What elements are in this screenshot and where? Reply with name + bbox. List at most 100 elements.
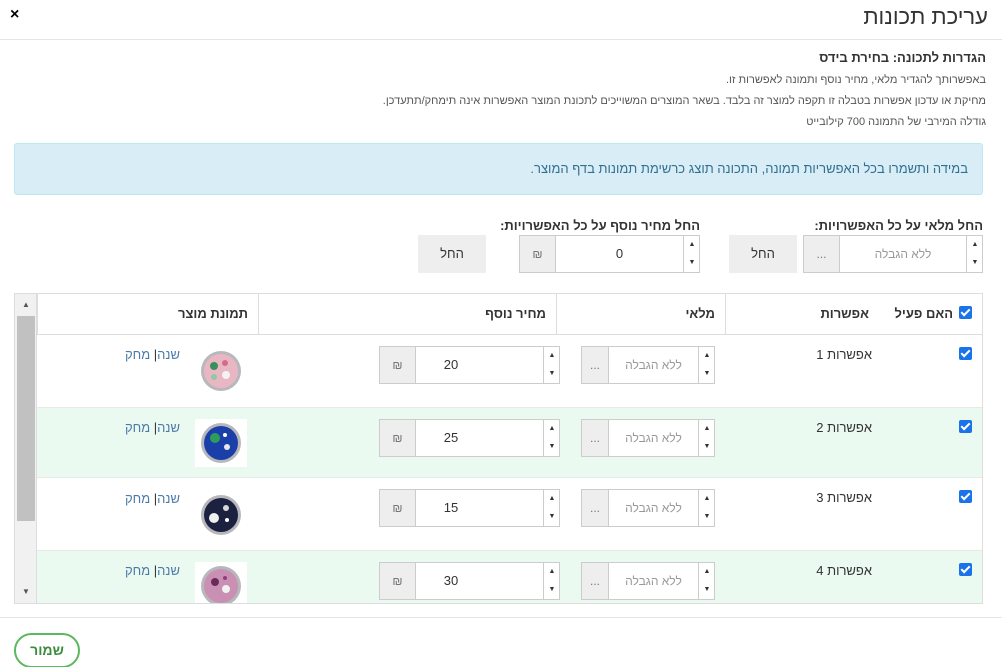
- price-spinner[interactable]: ▲ ▼: [543, 490, 559, 526]
- bulk-price-label: החל מחיר נוסף על כל האפשרויות:: [500, 218, 700, 233]
- scroll-up-icon[interactable]: ▲: [15, 296, 37, 314]
- row-price-input[interactable]: ₪ 20 ▲ ▼: [379, 346, 560, 384]
- spin-down-icon[interactable]: ▼: [699, 581, 715, 599]
- spin-down-icon[interactable]: ▼: [967, 254, 983, 272]
- currency-addon: ₪: [380, 347, 416, 383]
- spin-down-icon[interactable]: ▼: [544, 508, 560, 526]
- th-active: האם פעיל: [879, 294, 982, 334]
- modal-footer: שמור: [0, 617, 1002, 667]
- change-image-link[interactable]: שנה: [157, 420, 180, 435]
- scroll-thumb[interactable]: [17, 316, 35, 521]
- modal-header: × עריכת תכונות: [0, 0, 1002, 40]
- spin-down-icon[interactable]: ▼: [699, 508, 715, 526]
- currency-addon: ₪: [380, 490, 416, 526]
- spin-down-icon[interactable]: ▼: [699, 365, 715, 383]
- delete-image-link[interactable]: מחק: [125, 491, 150, 506]
- spin-up-icon[interactable]: ▲: [544, 420, 560, 438]
- row-actions: שנה| מחק: [125, 347, 180, 362]
- bulk-stock-label: החל מלאי על כל האפשרויות:: [814, 218, 983, 233]
- apply-price-button[interactable]: החל: [418, 235, 486, 273]
- price-value: 0: [615, 246, 624, 261]
- price-value: 20: [443, 357, 459, 372]
- row-price-input[interactable]: ₪ 25 ▲ ▼: [379, 419, 560, 457]
- stock-placeholder: ללא הגבלה: [625, 431, 682, 445]
- product-image: [195, 347, 247, 395]
- row-stock-input[interactable]: ... ללא הגבלה ▲ ▼: [581, 562, 715, 600]
- option-name: אפשרות 4: [816, 563, 872, 578]
- stock-addon: ...: [582, 347, 609, 383]
- stock-addon: ...: [582, 420, 609, 456]
- price-spinner[interactable]: ▲ ▼: [543, 563, 559, 599]
- close-icon[interactable]: ×: [10, 6, 19, 24]
- row-actions: שנה| מחק: [125, 420, 180, 435]
- row-stock-input[interactable]: ... ללא הגבלה ▲ ▼: [581, 419, 715, 457]
- bulk-price-input[interactable]: ₪ 0 ▲ ▼: [519, 235, 700, 273]
- change-image-link[interactable]: שנה: [157, 563, 180, 578]
- spin-down-icon[interactable]: ▼: [684, 254, 700, 272]
- price-spinner[interactable]: ▲ ▼: [543, 347, 559, 383]
- spin-up-icon[interactable]: ▲: [684, 236, 700, 254]
- table-row: אפשרות 2 ... ללא הגבלה ▲ ▼ ₪ 25 ▲ ▼ שנה| מ…: [37, 408, 982, 478]
- apply-stock-button[interactable]: החל: [729, 235, 797, 273]
- stock-placeholder: ללא הגבלה: [874, 247, 932, 261]
- spin-down-icon[interactable]: ▼: [544, 438, 560, 456]
- price-spinner[interactable]: ▲ ▼: [543, 420, 559, 456]
- change-image-link[interactable]: שנה: [157, 347, 180, 362]
- spin-down-icon[interactable]: ▼: [544, 365, 560, 383]
- price-value: 25: [443, 430, 459, 445]
- scroll-down-icon[interactable]: ▼: [15, 583, 37, 601]
- option-name: אפשרות 1: [816, 347, 872, 362]
- spin-down-icon[interactable]: ▼: [699, 438, 715, 456]
- settings-title: הגדרות לתכונה: בחירת בידס: [819, 50, 986, 65]
- table-scrollbar[interactable]: ▲ ▼: [15, 294, 37, 603]
- spin-up-icon[interactable]: ▲: [967, 236, 983, 254]
- table-row: אפשרות 1 ... ללא הגבלה ▲ ▼ ₪ 20 ▲ ▼ שנה| מ…: [37, 335, 982, 408]
- options-table: ▲ ▼ האם פעיל אפשרות מלאי מחיר נוסף תמונת…: [14, 293, 983, 604]
- stock-placeholder: ללא הגבלה: [625, 358, 682, 372]
- stock-placeholder: ללא הגבלה: [625, 574, 682, 588]
- row-stock-input[interactable]: ... ללא הגבלה ▲ ▼: [581, 489, 715, 527]
- stock-placeholder: ללא הגבלה: [625, 501, 682, 515]
- stock-spinner[interactable]: ▲ ▼: [698, 420, 714, 456]
- spin-down-icon[interactable]: ▼: [544, 581, 560, 599]
- spin-up-icon[interactable]: ▲: [544, 490, 560, 508]
- spin-up-icon[interactable]: ▲: [699, 563, 715, 581]
- select-all-checkbox[interactable]: [959, 305, 972, 319]
- settings-line: באפשרותך להגדיר מלאי, מחיר נוסף ותמונה ל…: [725, 74, 986, 86]
- change-image-link[interactable]: שנה: [157, 491, 180, 506]
- spin-up-icon[interactable]: ▲: [544, 563, 560, 581]
- table-header: האם פעיל אפשרות מלאי מחיר נוסף תמונת מוצ…: [37, 294, 982, 335]
- row-active-checkbox[interactable]: [959, 347, 972, 360]
- settings-line: מחיקת או עדכון אפשרות בטבלה זו תקפה למוצ…: [382, 95, 986, 107]
- stock-spinner[interactable]: ▲ ▼: [698, 490, 714, 526]
- spin-up-icon[interactable]: ▲: [699, 490, 715, 508]
- product-image: [195, 419, 247, 467]
- table-row: אפשרות 3 ... ללא הגבלה ▲ ▼ ₪ 15 ▲ ▼ שנה| מ…: [37, 478, 982, 551]
- stock-spinner[interactable]: ▲ ▼: [966, 236, 982, 272]
- delete-image-link[interactable]: מחק: [125, 563, 150, 578]
- spin-up-icon[interactable]: ▲: [699, 347, 715, 365]
- currency-addon: ₪: [380, 420, 416, 456]
- spin-up-icon[interactable]: ▲: [544, 347, 560, 365]
- price-spinner[interactable]: ▲ ▼: [683, 236, 699, 272]
- save-button[interactable]: שמור: [14, 633, 80, 667]
- row-active-checkbox[interactable]: [959, 420, 972, 433]
- delete-image-link[interactable]: מחק: [125, 420, 150, 435]
- stock-addon: ...: [582, 563, 609, 599]
- stock-spinner[interactable]: ▲ ▼: [698, 563, 714, 599]
- th-option: אפשרות: [725, 294, 879, 334]
- option-name: אפשרות 2: [816, 420, 872, 435]
- row-price-input[interactable]: ₪ 30 ▲ ▼: [379, 562, 560, 600]
- row-stock-input[interactable]: ... ללא הגבלה ▲ ▼: [581, 346, 715, 384]
- row-active-checkbox[interactable]: [959, 563, 972, 576]
- row-price-input[interactable]: ₪ 15 ▲ ▼: [379, 489, 560, 527]
- stock-spinner[interactable]: ▲ ▼: [698, 347, 714, 383]
- currency-addon: ₪: [380, 563, 416, 599]
- spin-up-icon[interactable]: ▲: [699, 420, 715, 438]
- settings-line: גודלה המירבי של התמונה 700 קילובייט: [806, 116, 986, 128]
- product-image: [195, 491, 247, 539]
- row-active-checkbox[interactable]: [959, 490, 972, 503]
- bulk-stock-input[interactable]: ... ללא הגבלה ▲ ▼: [803, 235, 983, 273]
- delete-image-link[interactable]: מחק: [125, 347, 150, 362]
- price-value: 30: [443, 573, 459, 588]
